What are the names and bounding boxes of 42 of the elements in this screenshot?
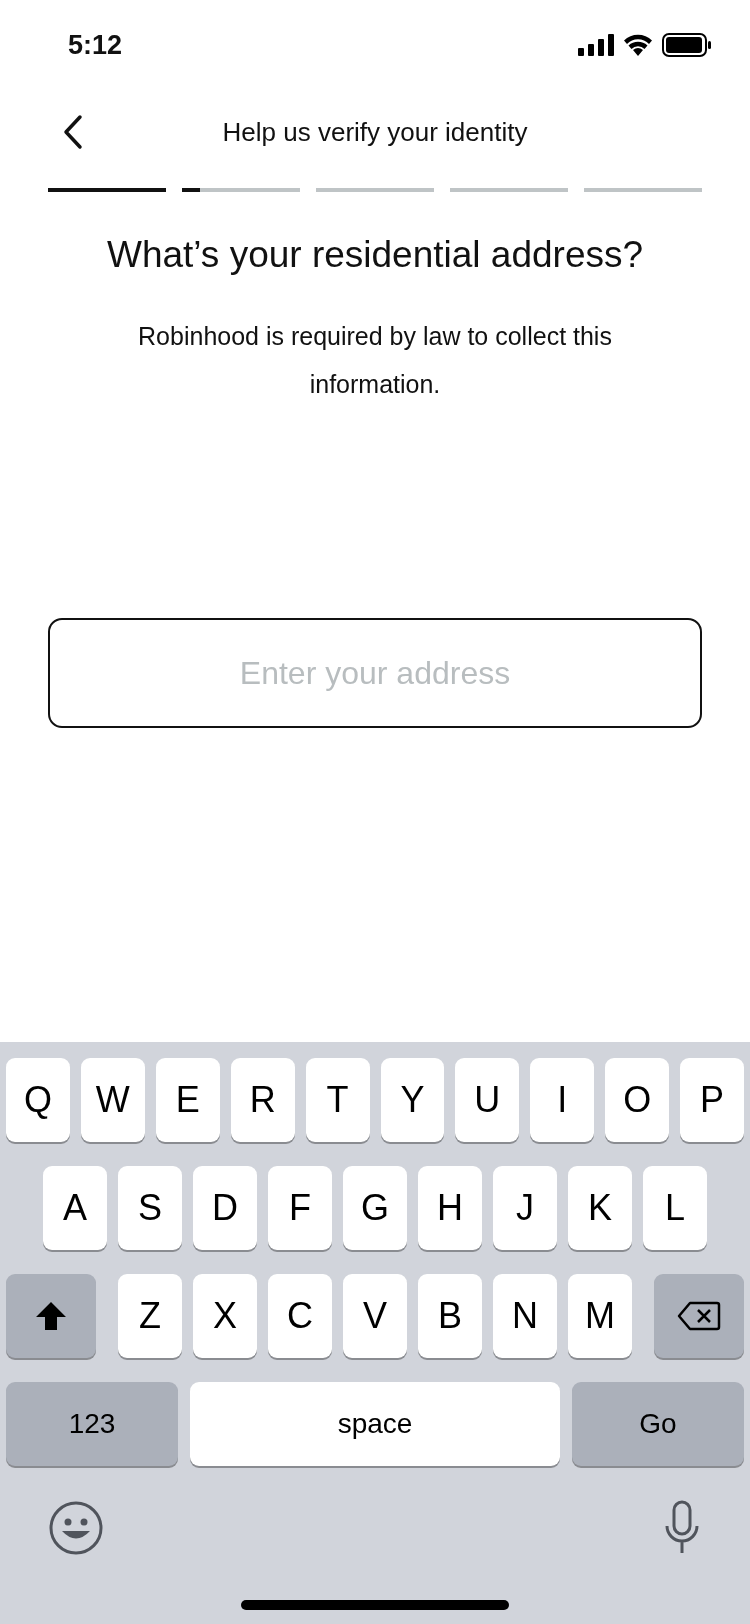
emoji-icon[interactable] [48, 1500, 104, 1556]
key[interactable]: Y [380, 1058, 445, 1142]
wifi-icon [622, 33, 654, 57]
key[interactable]: F [268, 1166, 332, 1250]
key[interactable]: D [193, 1166, 257, 1250]
key[interactable]: C [268, 1274, 332, 1358]
space-key[interactable]: space [190, 1382, 560, 1466]
shift-key[interactable] [6, 1274, 96, 1358]
numbers-key[interactable]: 123 [6, 1382, 178, 1466]
shift-icon [34, 1300, 68, 1332]
key[interactable]: B [418, 1274, 482, 1358]
key[interactable]: U [455, 1058, 520, 1142]
key[interactable]: O [605, 1058, 670, 1142]
go-key[interactable]: Go [572, 1382, 744, 1466]
key[interactable]: K [568, 1166, 632, 1250]
key[interactable]: Q [5, 1058, 70, 1142]
address-input-field[interactable]: Enter your address [48, 618, 702, 728]
key[interactable]: M [568, 1274, 632, 1358]
key[interactable]: X [193, 1274, 257, 1358]
key[interactable]: R [230, 1058, 295, 1142]
status-time: 5:12 [68, 29, 123, 61]
delete-icon [677, 1301, 721, 1331]
key[interactable]: N [493, 1274, 557, 1358]
key[interactable]: P [680, 1058, 745, 1142]
key[interactable]: E [155, 1058, 220, 1142]
key[interactable]: V [343, 1274, 407, 1358]
delete-key[interactable] [654, 1274, 744, 1358]
key[interactable]: W [80, 1058, 145, 1142]
subtitle-text: Robinhood is required by law to collect this information. [137, 321, 613, 400]
signal-icon [578, 34, 614, 56]
key[interactable]: I [530, 1058, 595, 1142]
battery-icon [662, 33, 712, 57]
question-heading: What’s your residential address? [105, 234, 645, 276]
key[interactable]: Z [118, 1274, 182, 1358]
key[interactable]: S [118, 1166, 182, 1250]
key[interactable]: L [643, 1166, 707, 1250]
key[interactable]: J [493, 1166, 557, 1250]
key[interactable]: G [343, 1166, 407, 1250]
screen-title: Help us verify your identity [222, 116, 528, 148]
key[interactable]: T [305, 1058, 370, 1142]
key[interactable]: A [43, 1166, 107, 1250]
key[interactable]: H [418, 1166, 482, 1250]
